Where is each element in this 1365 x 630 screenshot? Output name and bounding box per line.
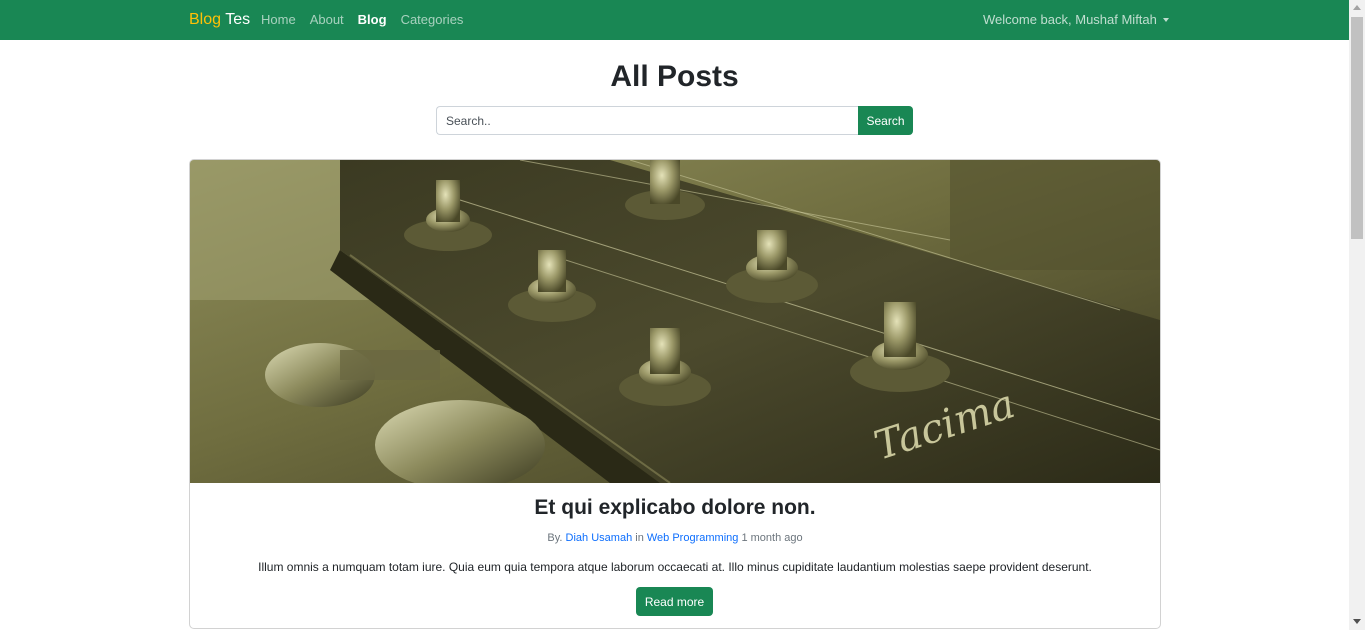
scroll-down-arrow-icon[interactable] [1353,619,1361,624]
meta-prefix: By. [547,532,563,544]
navbar: Blog Tes Home About Blog Categories Welc… [0,0,1349,40]
scroll-up-arrow-icon[interactable] [1353,5,1361,10]
caret-down-icon [1162,18,1169,22]
nav-link-blog[interactable]: Blog [358,11,387,29]
brand-part-2: Tes [225,11,251,28]
post-title[interactable]: Et qui explicabo dolore non. [190,494,1160,522]
nav-link-home[interactable]: Home [261,11,296,29]
nav-link-about[interactable]: About [310,11,344,29]
post-meta: By. Diah Usamah in Web Programming 1 mon… [190,530,1160,546]
meta-in: in [635,532,644,544]
post-time: 1 month ago [741,532,803,544]
author-link[interactable]: Diah Usamah [566,532,633,544]
user-menu-label: Welcome back, Mushaf Miftah [983,12,1157,27]
post-excerpt: Illum omnis a numquam totam iure. Quia e… [258,560,1092,574]
search-input[interactable] [436,106,858,135]
brand-part-1: Blog [189,11,222,28]
category-link[interactable]: Web Programming [647,532,739,544]
post-card: Tacima Et qui explicabo dolore non. By. … [189,159,1161,629]
search-button[interactable]: Search [858,106,913,135]
brand-logo[interactable]: Blog Tes [189,9,250,31]
read-more-button[interactable]: Read more [636,587,713,616]
user-menu-dropdown[interactable]: Welcome back, Mushaf Miftah [983,11,1169,29]
page-title: All Posts [610,60,739,93]
nav-link-categories[interactable]: Categories [401,11,464,29]
scrollbar-thumb[interactable] [1351,17,1363,239]
post-image: Tacima [190,160,1160,483]
nav-links: Home About Blog Categories [261,11,477,29]
